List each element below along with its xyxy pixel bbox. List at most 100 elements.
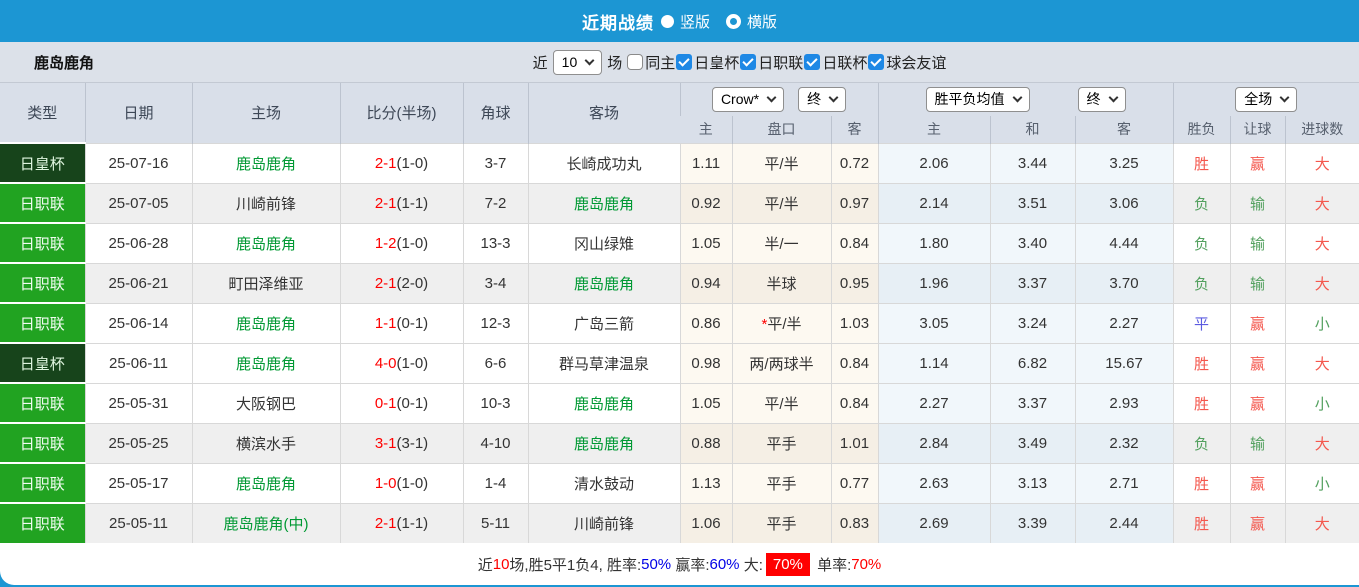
table-row: 日职联 25-06-14 鹿岛鹿角 1-1(0-1) 12-3 广岛三箭 0.8… xyxy=(0,302,1359,343)
chevron-down-icon xyxy=(1279,92,1290,103)
half-time-score: (1-1) xyxy=(396,194,429,212)
handicap-line: 半球 xyxy=(731,262,831,303)
filter-checkbox[interactable]: 日职联 xyxy=(740,52,803,73)
home-team[interactable]: 大阪钢巴 xyxy=(191,382,340,423)
away-team[interactable]: 清水鼓动 xyxy=(527,462,680,503)
match-type-badge: 日职联 xyxy=(0,262,85,303)
checkbox-label[interactable]: 日联杯 xyxy=(822,52,867,73)
match-type-badge: 日皇杯 xyxy=(0,342,85,383)
odds-company-select[interactable]: Crow* xyxy=(711,87,785,112)
subheader-odds-away: 客 xyxy=(830,116,879,143)
handicap-time-value: 终 xyxy=(807,91,822,107)
match-date: 25-07-16 xyxy=(84,142,192,183)
match-date: 25-06-21 xyxy=(84,262,192,303)
half-time-score: (0-1) xyxy=(396,394,429,412)
result-wdl: 胜 xyxy=(1172,142,1231,183)
subheader-odds-home: 主 xyxy=(680,116,732,143)
table-row: 日皇杯 25-06-11 鹿岛鹿角 4-0(1-0) 6-6 群马草津温泉 0.… xyxy=(0,342,1359,383)
away-team[interactable]: 长崎成功丸 xyxy=(527,142,680,183)
away-team[interactable]: 鹿岛鹿角 xyxy=(527,262,680,303)
match-type-badge: 日职联 xyxy=(0,302,85,343)
match-type-badge: 日职联 xyxy=(0,502,85,543)
full-time-score: 2-1 xyxy=(374,274,397,292)
handicap-line: 半/一 xyxy=(731,222,831,263)
checkbox-label[interactable]: 球会友谊 xyxy=(886,52,946,73)
home-team[interactable]: 鹿岛鹿角 xyxy=(191,342,340,383)
home-team[interactable]: 鹿岛鹿角 xyxy=(191,222,340,263)
home-team[interactable]: 鹿岛鹿角(中) xyxy=(191,502,340,543)
radio-unselected-icon[interactable] xyxy=(726,13,741,29)
checkbox-label[interactable]: 同主 xyxy=(645,52,675,73)
result-handicap: 赢 xyxy=(1229,302,1286,343)
table-row: 日职联 25-05-25 横滨水手 3-1(3-1) 4-10 鹿岛鹿角 0.8… xyxy=(0,422,1359,463)
full-time-score: 2-1 xyxy=(374,154,397,172)
checkbox-icon[interactable] xyxy=(804,54,821,70)
scope-select[interactable]: 全场 xyxy=(1235,87,1298,112)
home-team[interactable]: 町田泽维亚 xyxy=(191,262,340,303)
score-cell: 4-0(1-0) xyxy=(339,342,463,383)
half-time-score: (3-1) xyxy=(396,434,429,452)
handicap-odds-away: 1.03 xyxy=(830,302,879,343)
col-header-score: 比分(半场) xyxy=(339,83,463,143)
checkbox-label[interactable]: 日皇杯 xyxy=(694,52,739,73)
home-team[interactable]: 横滨水手 xyxy=(191,422,340,463)
handicap-odds-home: 0.94 xyxy=(679,262,732,303)
away-team[interactable]: 鹿岛鹿角 xyxy=(527,182,680,223)
radio-vertical-label[interactable]: 竖版 xyxy=(680,11,710,32)
scope-value: 全场 xyxy=(1244,91,1273,107)
checkbox-label[interactable]: 日职联 xyxy=(758,52,803,73)
filter-checkbox[interactable]: 日联杯 xyxy=(804,52,867,73)
result-handicap: 赢 xyxy=(1229,342,1286,383)
filter-checkbox[interactable]: 球会友谊 xyxy=(868,52,946,73)
handicap-odds-home: 0.86 xyxy=(679,302,732,343)
full-time-score: 2-1 xyxy=(374,514,397,532)
odds-company-value: Crow* xyxy=(720,91,760,107)
match-type-badge: 日职联 xyxy=(0,462,85,503)
handicap-time-select[interactable]: 终 xyxy=(798,87,847,112)
match-date: 25-05-17 xyxy=(84,462,192,503)
col-header-corner: 角球 xyxy=(462,83,528,143)
avg-odds-lose: 3.25 xyxy=(1074,142,1174,183)
home-team[interactable]: 鹿岛鹿角 xyxy=(191,462,340,503)
away-team[interactable]: 鹿岛鹿角 xyxy=(527,382,680,423)
table-row: 日职联 25-06-28 鹿岛鹿角 1-2(1-0) 13-3 冈山绿雉 1.0… xyxy=(0,222,1359,263)
recent-results-panel: 近期战绩 竖版 横版 鹿岛鹿角 近 10 场 同主 日皇杯 日职联 日联杯 球会… xyxy=(0,0,1359,585)
home-team[interactable]: 川崎前锋 xyxy=(191,182,340,223)
full-time-score: 3-1 xyxy=(374,434,397,452)
checkbox-icon[interactable] xyxy=(868,54,885,70)
handicap-text: 两/两球半 xyxy=(749,355,814,373)
avg-odds-win: 3.05 xyxy=(877,302,991,343)
home-team[interactable]: 鹿岛鹿角 xyxy=(191,302,340,343)
home-team[interactable]: 鹿岛鹿角 xyxy=(191,142,340,183)
footer-segment: 近 xyxy=(477,556,493,574)
competition-filter-group: 同主 日皇杯 日职联 日联杯 球会友谊 xyxy=(627,52,946,73)
away-team[interactable]: 冈山绿雉 xyxy=(527,222,680,263)
score-cell: 2-1(1-0) xyxy=(339,142,463,183)
avg-odds-win: 2.63 xyxy=(877,462,991,503)
avg-odds-select[interactable]: 胜平负均值 xyxy=(925,87,1030,112)
result-handicap: 输 xyxy=(1229,222,1286,263)
checkbox-icon[interactable] xyxy=(740,54,757,70)
handicap-odds-away: 0.84 xyxy=(830,342,879,383)
radio-horizontal-label[interactable]: 横版 xyxy=(747,11,777,32)
corner-count: 13-3 xyxy=(462,222,528,263)
avg-time-select[interactable]: 终 xyxy=(1077,87,1126,112)
table-row: 日皇杯 25-07-16 鹿岛鹿角 2-1(1-0) 3-7 长崎成功丸 1.1… xyxy=(0,142,1359,183)
filter-checkbox[interactable]: 日皇杯 xyxy=(676,52,739,73)
handicap-line: 平手 xyxy=(731,422,831,463)
match-type-badge: 日职联 xyxy=(0,222,85,263)
radio-selected-icon[interactable] xyxy=(660,14,674,28)
filter-checkbox[interactable]: 同主 xyxy=(627,52,675,73)
checkbox-icon[interactable] xyxy=(627,54,644,70)
away-team[interactable]: 川崎前锋 xyxy=(527,502,680,543)
away-team[interactable]: 群马草津温泉 xyxy=(527,342,680,383)
corner-count: 10-3 xyxy=(462,382,528,423)
match-date: 25-06-11 xyxy=(84,342,192,383)
score-cell: 2-1(1-1) xyxy=(339,182,463,223)
result-goals: 大 xyxy=(1284,262,1359,303)
away-team[interactable]: 广岛三箭 xyxy=(527,302,680,343)
full-time-score: 0-1 xyxy=(374,394,397,412)
checkbox-icon[interactable] xyxy=(676,54,693,70)
match-count-select[interactable]: 10 xyxy=(552,49,603,75)
away-team[interactable]: 鹿岛鹿角 xyxy=(527,422,680,463)
